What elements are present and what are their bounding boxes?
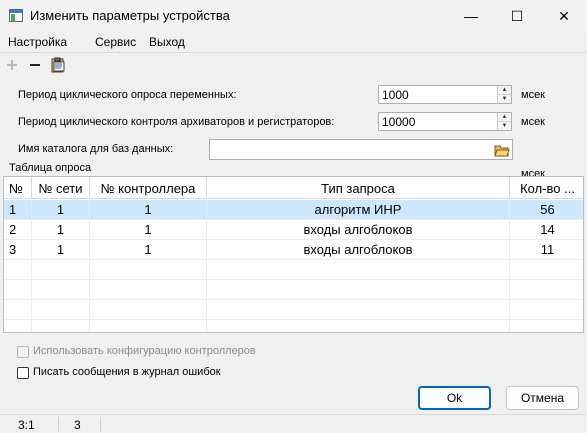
minimize-button[interactable]: — xyxy=(448,0,494,32)
empty-cell xyxy=(207,300,510,319)
empty-row xyxy=(4,320,583,332)
empty-cell xyxy=(32,260,90,279)
menu-settings[interactable]: Настройка xyxy=(8,35,67,49)
empty-cell xyxy=(90,300,207,319)
clipboard-icon[interactable] xyxy=(49,56,67,74)
cell-count[interactable]: 56 xyxy=(510,200,583,219)
table-group-label: Таблица опроса xyxy=(9,162,92,174)
poll-period-label: Период циклического опроса переменных: xyxy=(18,89,237,101)
spin-up-icon[interactable]: ▲ xyxy=(498,113,511,121)
empty-cell xyxy=(32,300,90,319)
log-errors-label[interactable]: Писать сообщения в журнал ошибок xyxy=(33,366,221,378)
cell-num[interactable]: 3 xyxy=(4,240,32,259)
folder-open-icon[interactable] xyxy=(493,141,511,158)
empty-cell xyxy=(4,280,32,299)
archive-period-unit: мсек xyxy=(521,116,545,128)
clipped-unit-label: мсек xyxy=(521,168,545,176)
cell-count[interactable]: 11 xyxy=(510,240,583,259)
archive-period-arrows[interactable]: ▲ ▼ xyxy=(497,113,511,130)
cell-type[interactable]: входы алгоблоков xyxy=(207,240,510,259)
spin-down-icon[interactable]: ▼ xyxy=(498,94,511,102)
cell-network[interactable]: 1 xyxy=(32,240,90,259)
archive-period-spinner[interactable]: 10000 ▲ ▼ xyxy=(378,112,512,131)
title-bar: Изменить параметры устройства — ☐ ✕ xyxy=(0,0,587,32)
empty-cell xyxy=(90,320,207,332)
empty-row xyxy=(4,300,583,320)
cell-num[interactable]: 2 xyxy=(4,220,32,239)
close-button[interactable]: ✕ xyxy=(541,0,587,32)
column-header-controller[interactable]: № контроллера xyxy=(90,177,207,199)
empty-cell xyxy=(207,260,510,279)
cell-num[interactable]: 1 xyxy=(4,200,32,219)
empty-cell xyxy=(32,320,90,332)
poll-table[interactable]: № № сети № контроллера Тип запроса Кол-в… xyxy=(3,176,584,333)
spin-down-icon[interactable]: ▼ xyxy=(498,121,511,129)
cell-controller[interactable]: 1 xyxy=(90,220,207,239)
cell-network[interactable]: 1 xyxy=(32,200,90,219)
window-title: Изменить параметры устройства xyxy=(30,8,230,23)
remove-icon[interactable] xyxy=(26,56,44,74)
ok-button[interactable]: Ok xyxy=(418,386,491,410)
empty-cell xyxy=(90,260,207,279)
status-count: 3 xyxy=(74,418,81,432)
spin-up-icon[interactable]: ▲ xyxy=(498,86,511,94)
status-separator xyxy=(100,417,101,432)
log-errors-checkbox[interactable] xyxy=(17,367,29,379)
empty-row xyxy=(4,260,583,280)
archive-period-value[interactable]: 10000 xyxy=(382,115,415,129)
add-icon[interactable] xyxy=(3,56,21,74)
cell-network[interactable]: 1 xyxy=(32,220,90,239)
column-header-type[interactable]: Тип запроса xyxy=(207,177,510,199)
status-position: 3:1 xyxy=(18,418,35,432)
poll-period-unit: мсек xyxy=(521,89,545,101)
cell-count[interactable]: 14 xyxy=(510,220,583,239)
status-separator xyxy=(58,417,59,432)
empty-cell xyxy=(207,320,510,332)
use-config-label: Использовать конфигурацию контроллеров xyxy=(33,345,256,357)
empty-cell xyxy=(4,320,32,332)
archive-period-label: Период циклического контроля архиваторов… xyxy=(18,116,335,128)
menu-bar: Настройка Сервис Выход xyxy=(0,32,587,52)
table-row[interactable]: 1 1 1 алгоритм ИНР 56 xyxy=(4,200,583,220)
db-dir-input[interactable] xyxy=(209,139,513,160)
status-bar: 3:1 3 xyxy=(0,414,587,433)
cell-controller[interactable]: 1 xyxy=(90,200,207,219)
poll-period-arrows[interactable]: ▲ ▼ xyxy=(497,86,511,103)
toolbar xyxy=(0,52,587,76)
app-icon xyxy=(9,9,23,22)
empty-cell xyxy=(32,280,90,299)
empty-row xyxy=(4,280,583,300)
menu-exit[interactable]: Выход xyxy=(149,35,185,49)
table-row[interactable]: 2 1 1 входы алгоблоков 14 xyxy=(4,220,583,240)
poll-period-value[interactable]: 1000 xyxy=(382,88,409,102)
cell-type[interactable]: входы алгоблоков xyxy=(207,220,510,239)
empty-cell xyxy=(4,260,32,279)
empty-cell xyxy=(4,300,32,319)
empty-cell xyxy=(207,280,510,299)
column-header-count[interactable]: Кол-во ... xyxy=(510,177,583,199)
use-config-checkbox xyxy=(17,346,29,358)
table-header: № № сети № контроллера Тип запроса Кол-в… xyxy=(4,177,583,199)
column-header-num[interactable]: № xyxy=(4,177,32,199)
cell-type[interactable]: алгоритм ИНР xyxy=(207,200,510,219)
empty-cell xyxy=(90,280,207,299)
poll-period-spinner[interactable]: 1000 ▲ ▼ xyxy=(378,85,512,104)
menu-service[interactable]: Сервис xyxy=(95,35,136,49)
db-dir-label: Имя каталога для баз данных: xyxy=(18,143,174,155)
column-header-network[interactable]: № сети xyxy=(32,177,90,199)
cell-controller[interactable]: 1 xyxy=(90,240,207,259)
table-row[interactable]: 3 1 1 входы алгоблоков 11 xyxy=(4,240,583,260)
cancel-button[interactable]: Отмена xyxy=(506,386,579,410)
maximize-button[interactable]: ☐ xyxy=(494,0,540,32)
